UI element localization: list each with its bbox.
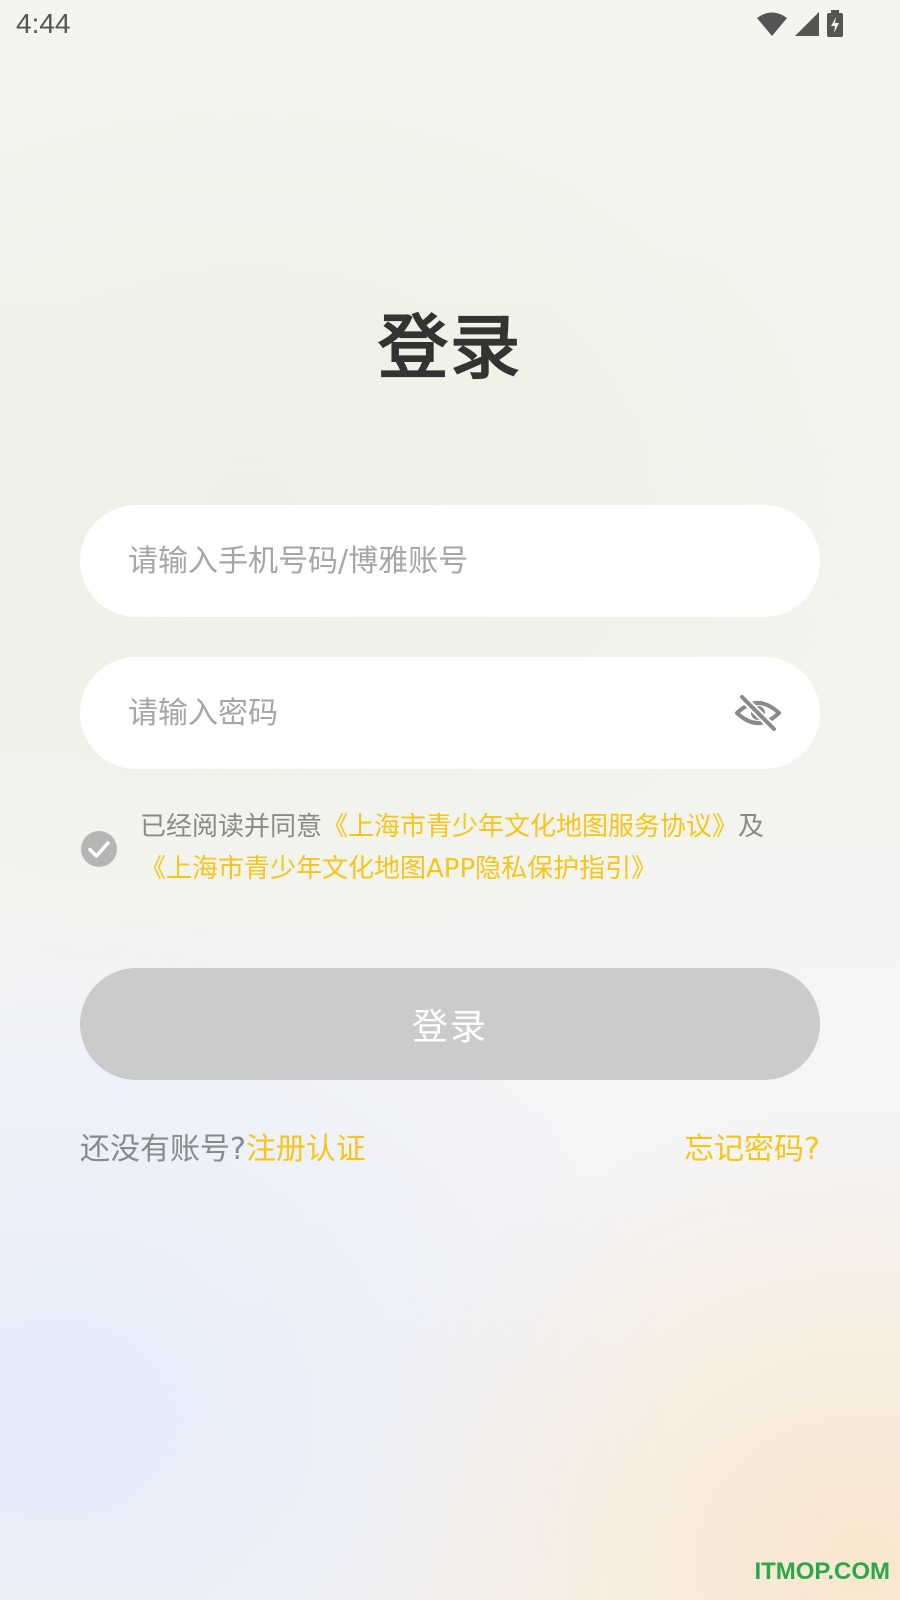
agreement-prefix: 已经阅读并同意 (140, 812, 323, 842)
footer-links: 还没有账号?注册认证 忘记密码? (80, 1128, 820, 1172)
status-icons (756, 10, 844, 38)
cellular-signal-icon (795, 12, 819, 36)
password-field[interactable] (80, 657, 820, 769)
agreement: 已经阅读并同意《上海市青少年文化地图服务协议》及《上海市青少年文化地图APP隐私… (80, 806, 820, 896)
account-input[interactable] (128, 505, 688, 617)
eye-off-icon[interactable] (734, 691, 782, 735)
status-time: 4:44 (16, 8, 71, 39)
no-account-text: 还没有账号? (80, 1132, 246, 1167)
privacy-policy-link[interactable]: 《上海市青少年文化地图APP隐私保护指引》 (140, 854, 657, 884)
password-input[interactable] (128, 657, 688, 769)
battery-charging-icon (827, 10, 843, 37)
forgot-password-link[interactable]: 忘记密码? (684, 1128, 820, 1172)
register-prompt: 还没有账号?注册认证 (80, 1128, 366, 1172)
account-field[interactable] (80, 505, 820, 617)
register-link[interactable]: 注册认证 (246, 1132, 366, 1167)
login-button[interactable]: 登录 (80, 968, 820, 1080)
wifi-icon (757, 12, 787, 36)
status-bar: 4:44 (0, 0, 900, 50)
agreement-text: 已经阅读并同意《上海市青少年文化地图服务协议》及《上海市青少年文化地图APP隐私… (140, 806, 824, 890)
agreement-connector: 及 (738, 812, 765, 842)
service-agreement-link[interactable]: 《上海市青少年文化地图服务协议》 (322, 812, 738, 842)
agree-checkbox-icon[interactable] (80, 830, 118, 868)
watermark: ITMOP.COM (754, 1558, 890, 1585)
page-title: 登录 (378, 307, 522, 389)
